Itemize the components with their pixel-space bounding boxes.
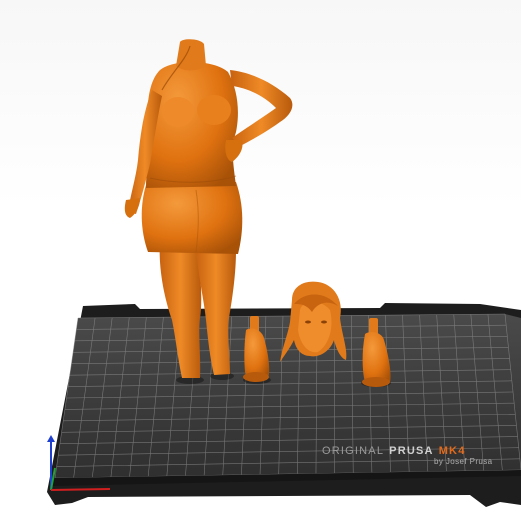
bed-brand-label: ORIGINAL PRUSA MK4: [322, 445, 466, 457]
figure-hand-left: [124, 198, 140, 218]
figure-torso: [146, 61, 238, 188]
figure-bust-left: [162, 97, 194, 127]
figure-arm-right: [230, 70, 293, 146]
bed-brand-name: PRUSA: [389, 445, 434, 457]
bed-brand-model: MK4: [438, 445, 466, 457]
figure-neck: [176, 39, 206, 71]
3d-viewport[interactable]: ORIGINAL PRUSA MK4 by Josef Prusa: [0, 0, 521, 521]
bed-maker-label: by Josef Prusa: [434, 457, 493, 466]
bed-brand-prefix: ORIGINAL: [322, 445, 385, 457]
figure-bust-right: [197, 95, 231, 125]
figure-skirt: [141, 182, 243, 254]
scene-canvas[interactable]: [0, 0, 521, 521]
print-bed: [47, 303, 521, 507]
axis-x: [50, 488, 111, 491]
